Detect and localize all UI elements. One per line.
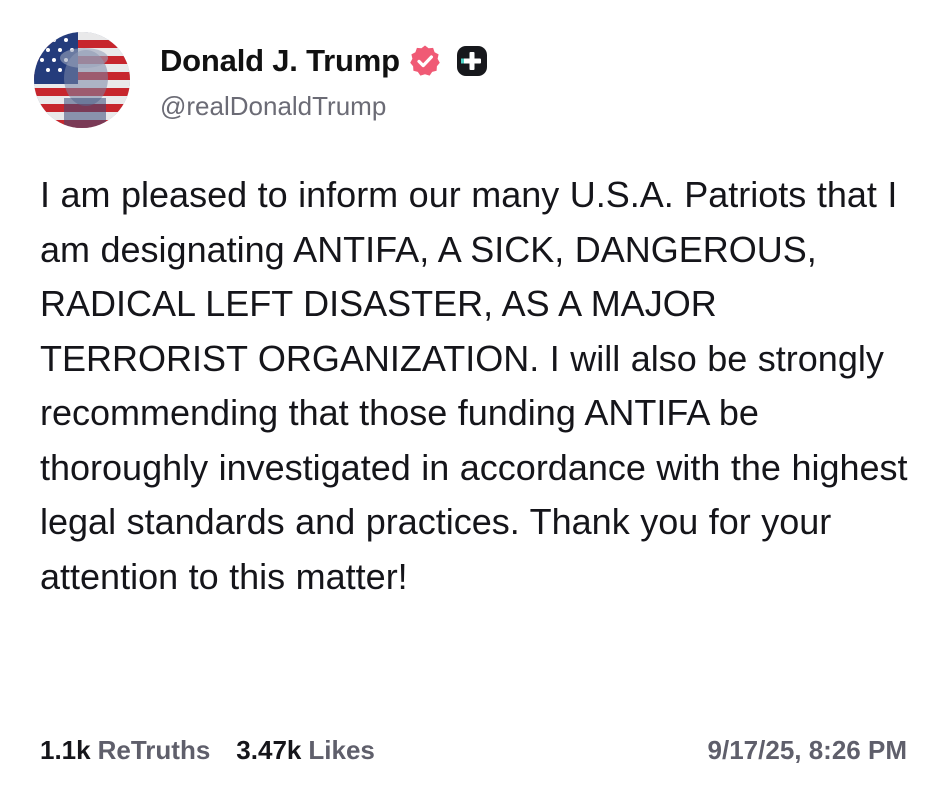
avatar[interactable]	[34, 32, 130, 128]
post-body: I am pleased to inform our many U.S.A. P…	[40, 174, 908, 597]
likes-label: Likes	[308, 734, 375, 765]
likes-count: 3.47k	[236, 734, 302, 765]
author-handle[interactable]: @realDonaldTrump	[160, 91, 488, 122]
name-row: Donald J. Trump	[160, 39, 488, 83]
retruths-count: 1.1k	[40, 734, 91, 765]
author-identity: Donald J. Trump @realDonaldTrump	[160, 39, 488, 122]
truth-post: Donald J. Trump @realDonaldTrump I am pl…	[0, 0, 945, 809]
post-timestamp[interactable]: 9/17/25, 8:26 PM	[708, 735, 907, 766]
flag-portrait-avatar-icon	[34, 32, 130, 128]
post-header: Donald J. Trump @realDonaldTrump	[34, 30, 488, 130]
retruths-label: ReTruths	[97, 734, 211, 765]
display-name[interactable]: Donald J. Trump	[160, 43, 400, 79]
likes-stat[interactable]: 3.47k Likes	[236, 735, 375, 766]
verified-badge-icon	[408, 44, 442, 78]
retruths-stat[interactable]: 1.1k ReTruths	[40, 735, 210, 766]
plus-badge-icon	[456, 45, 488, 77]
post-footer: 1.1k ReTruths 3.47k Likes 9/17/25, 8:26 …	[40, 728, 907, 772]
